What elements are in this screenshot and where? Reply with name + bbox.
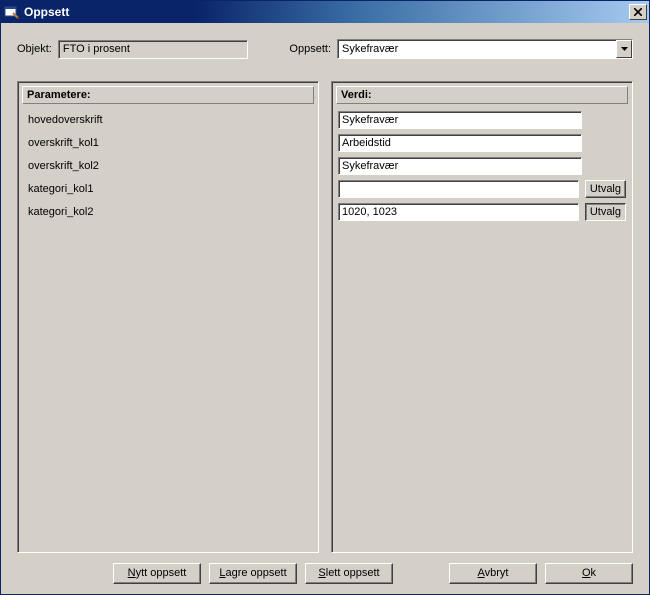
value-input[interactable] [338, 180, 579, 198]
verdi-panel: Verdi: Utvalg Utvalg [331, 81, 633, 553]
value-row [338, 131, 626, 154]
oppsett-window: Oppsett Objekt: Oppsett: Sykefravær Para… [0, 0, 650, 595]
close-button[interactable] [629, 4, 647, 20]
value-row: Utvalg [338, 177, 626, 200]
button-bar: Nytt oppsett Lagre oppsett Slett oppsett… [17, 553, 633, 584]
oppsett-combo-value: Sykefravær [338, 40, 616, 58]
oppsett-label: Oppsett: [289, 43, 331, 55]
param-name: hovedoverskrift [24, 114, 312, 126]
param-name: kategori_kol2 [24, 206, 312, 218]
oppsett-combo[interactable]: Sykefravær [337, 39, 633, 59]
value-row: Utvalg [338, 200, 626, 223]
value-input[interactable] [338, 157, 582, 175]
value-row [338, 108, 626, 131]
verdi-header: Verdi: [336, 86, 628, 104]
panels: Parametere: hovedoverskrift overskrift_ko… [17, 81, 633, 553]
parametere-header: Parametere: [22, 86, 314, 104]
app-icon [4, 4, 20, 20]
parametere-panel: Parametere: hovedoverskrift overskrift_ko… [17, 81, 319, 553]
value-input[interactable] [338, 203, 579, 221]
param-name: overskrift_kol1 [24, 137, 312, 149]
param-row[interactable]: kategori_kol1 [24, 177, 312, 200]
value-input[interactable] [338, 134, 582, 152]
window-title: Oppsett [24, 5, 629, 19]
avbryt-button[interactable]: Avbryt [449, 563, 537, 584]
slett-oppsett-button[interactable]: Slett oppsett [305, 563, 393, 584]
objekt-field [58, 40, 248, 59]
param-row[interactable]: kategori_kol2 [24, 200, 312, 223]
value-input[interactable] [338, 111, 582, 129]
chevron-down-icon[interactable] [616, 40, 632, 58]
utvalg-button[interactable]: Utvalg [585, 180, 626, 198]
client-area: Objekt: Oppsett: Sykefravær Parametere: … [1, 23, 649, 594]
parametere-list: hovedoverskrift overskrift_kol1 overskrift… [22, 106, 314, 548]
titlebar: Oppsett [1, 1, 649, 23]
ok-button[interactable]: Ok [545, 563, 633, 584]
lagre-oppsett-button[interactable]: Lagre oppsett [209, 563, 297, 584]
utvalg-button[interactable]: Utvalg [585, 203, 626, 221]
value-row [338, 154, 626, 177]
top-row: Objekt: Oppsett: Sykefravær [17, 39, 633, 59]
objekt-label: Objekt: [17, 43, 52, 55]
param-row[interactable]: overskrift_kol1 [24, 131, 312, 154]
param-name: kategori_kol1 [24, 183, 312, 195]
verdi-list: Utvalg Utvalg [336, 106, 628, 548]
param-row[interactable]: hovedoverskrift [24, 108, 312, 131]
param-name: overskrift_kol2 [24, 160, 312, 172]
nytt-oppsett-button[interactable]: Nytt oppsett [113, 563, 201, 584]
param-row[interactable]: overskrift_kol2 [24, 154, 312, 177]
